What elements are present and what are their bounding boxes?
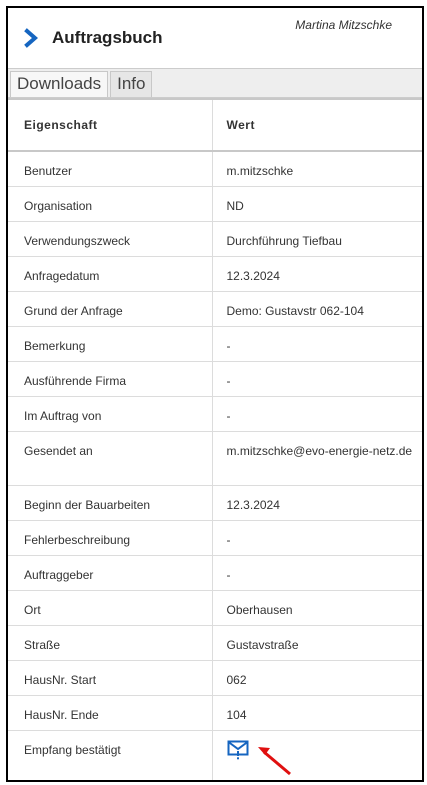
property-value: 104 <box>211 695 422 731</box>
property-label: Bemerkung <box>8 326 212 362</box>
table-row: Verwendungszweck Durchführung Tiefbau <box>8 221 422 257</box>
property-value: m.mitzschke <box>211 151 422 187</box>
tab-downloads[interactable]: Downloads <box>10 71 109 97</box>
property-label: Fehlerbeschreibung <box>8 520 212 556</box>
property-label: Anfragedatum <box>8 256 212 292</box>
table-header-row: Eigenschaft Wert <box>8 98 422 152</box>
table-row: Gesendet an m.mitzschke@evo-energie-netz.… <box>8 431 422 486</box>
property-label: HausNr. Start <box>8 660 212 696</box>
table-row: Ort Oberhausen <box>8 590 422 626</box>
property-value: - <box>211 361 422 397</box>
property-label: Ort <box>8 590 212 626</box>
table-row: Fehlerbeschreibung - <box>8 520 422 556</box>
table-row: Beginn der Bauarbeiten 12.3.2024 <box>8 485 422 521</box>
property-value: 12.3.2024 <box>211 256 422 292</box>
property-label: Gesendet an <box>8 431 212 486</box>
properties-table: Eigenschaft Wert Benutzer m.mitzschke Org… <box>8 98 422 780</box>
panel-header: Auftragsbuch Martina Mitzschke <box>8 8 422 68</box>
property-label: Im Auftrag von <box>8 396 212 432</box>
property-label: HausNr. Ende <box>8 695 212 731</box>
property-value: Demo: Gustavstr 062-104 <box>211 291 422 327</box>
red-arrow-icon <box>258 747 291 776</box>
table-row: Anfragedatum 12.3.2024 <box>8 256 422 292</box>
property-value: Durchführung Tiefbau <box>211 221 422 257</box>
page-title: Auftragsbuch <box>52 28 163 47</box>
property-label: Verwendungszweck <box>8 221 212 257</box>
property-value: - <box>211 326 422 362</box>
property-value <box>211 730 422 780</box>
property-value: Oberhausen <box>211 590 422 626</box>
property-label: Organisation <box>8 186 212 222</box>
property-label: Straße <box>8 625 212 661</box>
table-row: Im Auftrag von - <box>8 396 422 432</box>
table-row: Auftraggeber - <box>8 555 422 591</box>
property-label: Benutzer <box>8 151 212 187</box>
table-row: Bemerkung - <box>8 326 422 362</box>
property-value: Gustavstraße <box>211 625 422 661</box>
property-value: - <box>211 520 422 556</box>
property-label: Auftraggeber <box>8 555 212 591</box>
auftragsbuch-panel: Auftragsbuch Martina Mitzschke Downloads… <box>6 6 424 782</box>
table-row: Benutzer m.mitzschke <box>8 151 422 187</box>
table-row: Organisation ND <box>8 186 422 222</box>
table-row: Grund der Anfrage Demo: Gustavstr 062-104 <box>8 291 422 327</box>
property-value: m.mitzschke@evo-energie-netz.de <box>211 431 422 486</box>
tab-bar: Downloads Info <box>8 68 422 98</box>
property-label: Grund der Anfrage <box>8 291 212 327</box>
mail-confirmed-icon[interactable] <box>227 740 249 760</box>
table-row: Empfang bestätigt <box>8 730 422 780</box>
table-row: Ausführende Firma - <box>8 361 422 397</box>
property-label: Empfang bestätigt <box>8 730 212 780</box>
property-value: ND <box>211 186 422 222</box>
property-value: 12.3.2024 <box>211 485 422 521</box>
column-header-value: Wert <box>211 98 422 152</box>
column-header-property: Eigenschaft <box>8 98 212 152</box>
property-label: Ausführende Firma <box>8 361 212 397</box>
property-value: - <box>211 396 422 432</box>
property-value: - <box>211 555 422 591</box>
property-label: Beginn der Bauarbeiten <box>8 485 212 521</box>
property-value: 062 <box>211 660 422 696</box>
table-row: Straße Gustavstraße <box>8 625 422 661</box>
table-row: HausNr. Ende 104 <box>8 695 422 731</box>
user-name: Martina Mitzschke <box>295 18 392 32</box>
table-row: HausNr. Start 062 <box>8 660 422 696</box>
chevron-right-icon[interactable] <box>24 27 38 49</box>
tab-info[interactable]: Info <box>110 71 153 97</box>
